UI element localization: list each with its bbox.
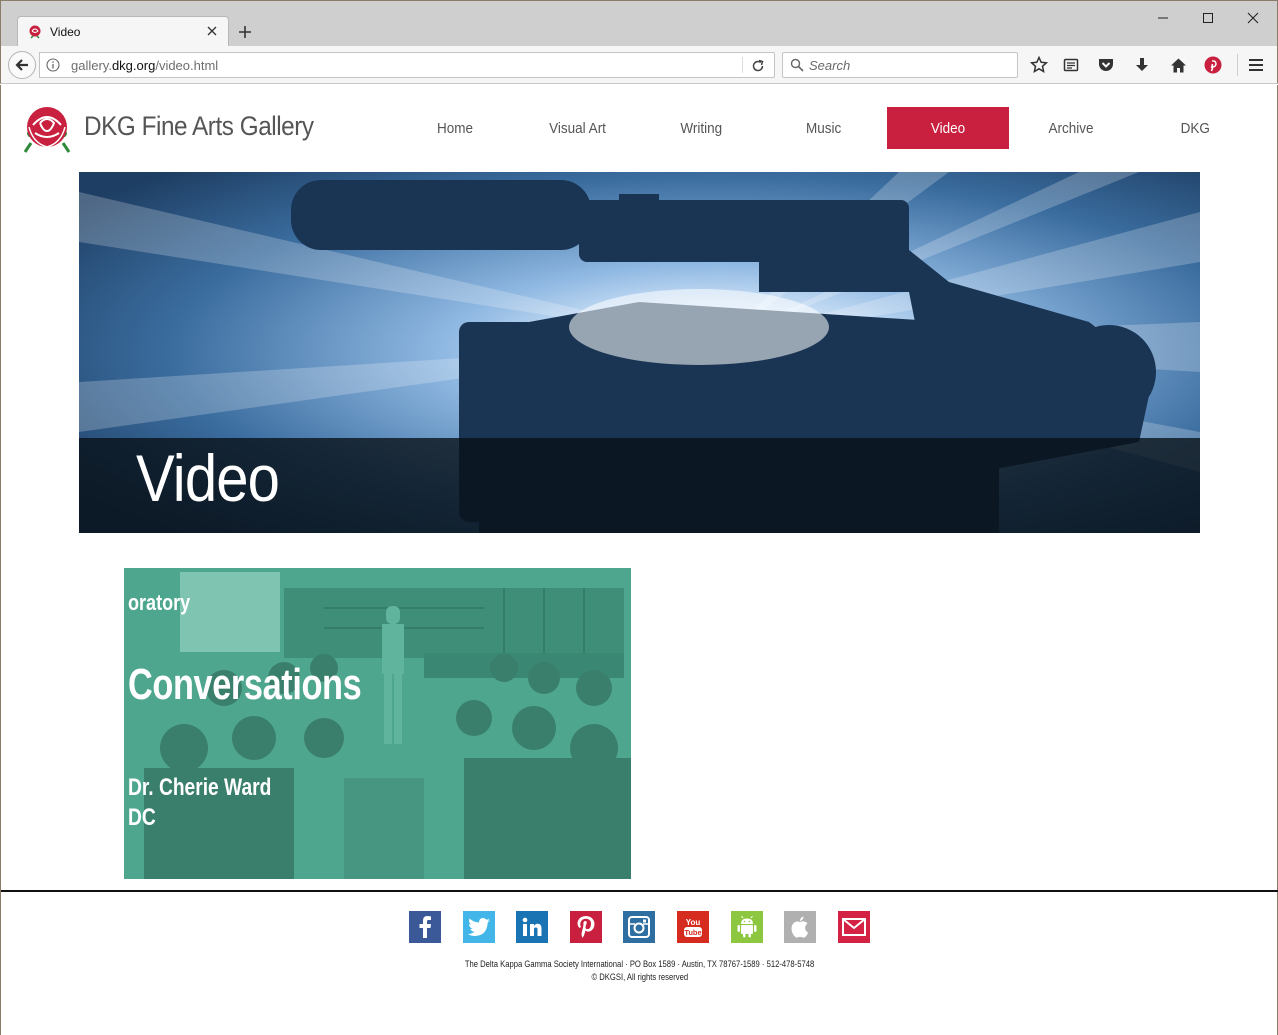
footer-divider [1,890,1278,892]
reading-list-icon[interactable] [1061,55,1081,75]
pocket-icon[interactable] [1096,55,1116,75]
video-thumbnail-card[interactable]: oratory Conversations Dr. Cherie Ward DC [124,568,631,879]
instagram-icon[interactable] [623,911,655,943]
linkedin-icon[interactable] [516,911,548,943]
footer-copyright: © DKGSI, All rights reserved [591,972,689,982]
minimize-icon[interactable] [1145,5,1181,31]
maximize-icon[interactable] [1190,5,1226,31]
android-icon[interactable] [731,911,763,943]
bookmark-star-icon[interactable] [1029,55,1049,75]
video-title: Conversations [128,660,362,709]
nav-video[interactable]: Video [887,107,1009,149]
email-icon[interactable] [838,911,870,943]
tab-title: Video [50,25,81,39]
hamburger-menu-icon[interactable] [1246,55,1266,75]
nav-writing[interactable]: Writing [640,107,762,149]
nav-home[interactable]: Home [394,107,516,149]
rose-logo-icon[interactable] [23,103,71,153]
close-window-icon[interactable] [1235,5,1271,31]
svg-text:You: You [686,918,701,927]
hero-title: Video [136,441,280,515]
pinterest-extension-icon[interactable] [1203,55,1223,75]
search-input[interactable] [809,56,1009,74]
web-page: DKG Fine Arts Gallery Home Visual Art Wr… [0,85,1278,1035]
search-icon [790,58,804,72]
url-text: gallery.dkg.org/video.html [71,58,219,73]
nav-visual-art[interactable]: Visual Art [517,107,639,149]
video-location: DC [128,804,156,831]
home-icon[interactable] [1168,55,1188,75]
nav-dkg[interactable]: DKG [1134,107,1256,149]
pinterest-icon[interactable] [570,911,602,943]
apple-icon[interactable] [784,911,816,943]
address-bar[interactable]: gallery.dkg.org/video.html [39,52,775,78]
reload-icon[interactable] [749,57,767,75]
browser-tab[interactable]: Video [17,16,229,47]
toolbar-separator [1237,54,1238,76]
new-tab-plus-icon[interactable] [235,22,255,42]
video-author: Dr. Cherie Ward [128,774,272,801]
nav-archive[interactable]: Archive [1010,107,1132,149]
youtube-icon[interactable]: You Tube [677,911,709,943]
window-titlebar: Video [0,0,1278,47]
site-title[interactable]: DKG Fine Arts Gallery [84,111,314,142]
facebook-icon[interactable] [409,911,441,943]
twitter-icon[interactable] [463,911,495,943]
download-arrow-icon[interactable] [1132,55,1152,75]
nav-music[interactable]: Music [763,107,885,149]
video-category: oratory [128,590,191,615]
search-bar[interactable] [782,52,1018,78]
close-tab-icon[interactable] [204,23,220,39]
lecture-room-image [124,568,631,879]
hero-banner: Video [79,172,1200,533]
rose-favicon-icon [29,25,41,39]
browser-toolbar: gallery.dkg.org/video.html [0,46,1278,84]
info-icon[interactable] [46,58,60,72]
url-separator [742,57,743,73]
back-arrow-icon[interactable] [8,51,36,79]
svg-text:Tube: Tube [684,928,701,937]
footer-address: The Delta Kappa Gamma Society Internatio… [465,959,815,969]
